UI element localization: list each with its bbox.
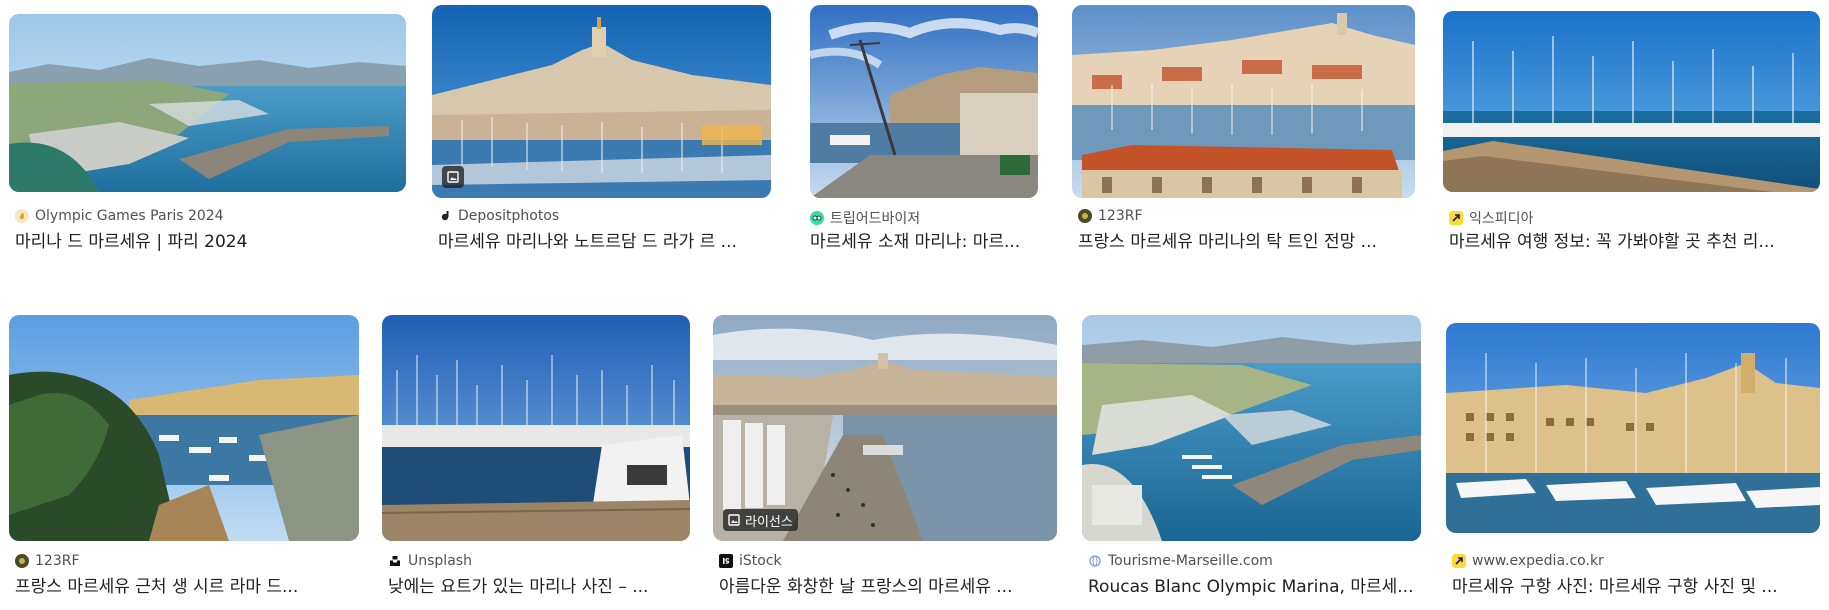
result-title[interactable]: 아름다운 화창한 날 프랑스의 마르세유 ... [719, 572, 1057, 597]
tripadvisor-owl-icon [810, 211, 824, 225]
result-title[interactable]: 마르세유 여행 정보: 꼭 가봐야할 곳 추천 리... [1449, 227, 1820, 252]
image-icon [728, 514, 740, 526]
istock-icon [719, 554, 733, 568]
image-icon [447, 171, 459, 183]
source-label: Depositphotos [458, 208, 560, 224]
license-label: 라이선스 [745, 514, 793, 530]
source-label: Unsplash [408, 553, 472, 569]
123rf-icon [15, 554, 29, 568]
result-source[interactable]: Olympic Games Paris 2024 [15, 208, 224, 224]
license-badge[interactable]: 라이선스 [723, 509, 798, 531]
source-label: 익스피디아 [1469, 211, 1534, 227]
result-card-2[interactable]: Depositphotos 마르세유 마리나와 노트르담 드 라가 르 ... [432, 5, 771, 252]
result-title[interactable]: 마르세유 마리나와 노트르담 드 라가 르 ... [438, 227, 771, 252]
thumbnail-image[interactable] [432, 5, 771, 198]
unsplash-icon [388, 554, 402, 568]
source-label: 트립어드바이저 [830, 211, 921, 227]
result-source[interactable]: 익스피디아 [1449, 208, 1533, 228]
result-card-4[interactable]: 123RF 프랑스 마르세유 마리나의 탁 트인 전망 ... [1072, 5, 1415, 252]
result-title[interactable]: 마르세유 소재 마리나: 마르... [810, 227, 1038, 252]
thumbnail-image[interactable] [810, 5, 1038, 198]
result-source[interactable]: www.expedia.co.kr [1452, 553, 1604, 569]
result-source[interactable]: Tourisme-Marseille.com [1088, 553, 1273, 569]
thumbnail-image[interactable] [1443, 11, 1820, 192]
result-title[interactable]: 프랑스 마르세유 마리나의 탁 트인 전망 ... [1078, 227, 1415, 252]
globe-icon [1088, 554, 1102, 568]
result-title[interactable]: 마르세유 구항 사진: 마르세유 구항 사진 및 ... [1452, 572, 1820, 597]
result-source[interactable]: Depositphotos [438, 208, 559, 224]
expedia-arrow-icon [1452, 554, 1466, 568]
image-badge [442, 166, 464, 188]
thumbnail-image[interactable] [1072, 5, 1415, 198]
source-label: Olympic Games Paris 2024 [35, 208, 224, 224]
thumbnail-image[interactable] [382, 315, 690, 541]
expedia-arrow-icon [1449, 211, 1463, 225]
result-card-9[interactable]: Tourisme-Marseille.com Roucas Blanc Olym… [1082, 315, 1421, 597]
thumbnail-image[interactable] [1082, 315, 1421, 541]
result-card-3[interactable]: 트립어드바이저 마르세유 소재 마리나: 마르... [804, 5, 1038, 252]
result-title[interactable]: Roucas Blanc Olympic Marina, 마르세... [1088, 572, 1421, 597]
result-card-1[interactable]: Olympic Games Paris 2024 마리나 드 마르세유 | 파리… [9, 5, 406, 252]
result-source[interactable]: 123RF [1078, 208, 1143, 224]
source-label: iStock [739, 553, 782, 569]
thumbnail-image[interactable] [1446, 323, 1820, 533]
result-title[interactable]: 낮에는 요트가 있는 마리나 사진 – ... [388, 572, 690, 597]
result-title[interactable]: 마리나 드 마르세유 | 파리 2024 [15, 227, 406, 252]
result-source[interactable]: 123RF [15, 553, 80, 569]
result-card-5[interactable]: 익스피디아 마르세유 여행 정보: 꼭 가봐야할 곳 추천 리... [1443, 5, 1820, 252]
source-label: 123RF [1098, 208, 1143, 224]
source-label: Tourisme-Marseille.com [1108, 553, 1273, 569]
123rf-icon [1078, 209, 1092, 223]
depositphotos-icon [438, 209, 452, 223]
thumbnail-image[interactable] [9, 315, 359, 541]
source-label: www.expedia.co.kr [1472, 553, 1604, 569]
thumbnail-image[interactable]: 라이선스 [713, 315, 1057, 541]
olympic-flame-icon [15, 209, 29, 223]
result-card-7[interactable]: Unsplash 낮에는 요트가 있는 마리나 사진 – ... [382, 315, 690, 597]
result-title[interactable]: 프랑스 마르세유 근처 생 시르 라마 드... [15, 572, 359, 597]
result-card-6[interactable]: 123RF 프랑스 마르세유 근처 생 시르 라마 드... [9, 315, 359, 597]
result-source[interactable]: 트립어드바이저 [810, 208, 920, 228]
result-card-10[interactable]: www.expedia.co.kr 마르세유 구항 사진: 마르세유 구항 사진… [1446, 315, 1820, 597]
thumbnail-image[interactable] [9, 14, 406, 192]
result-card-8[interactable]: 라이선스 iStock 아름다운 화창한 날 프랑스의 마르세유 ... [713, 315, 1057, 597]
result-source[interactable]: iStock [719, 553, 782, 569]
source-label: 123RF [35, 553, 80, 569]
result-source[interactable]: Unsplash [388, 553, 472, 569]
